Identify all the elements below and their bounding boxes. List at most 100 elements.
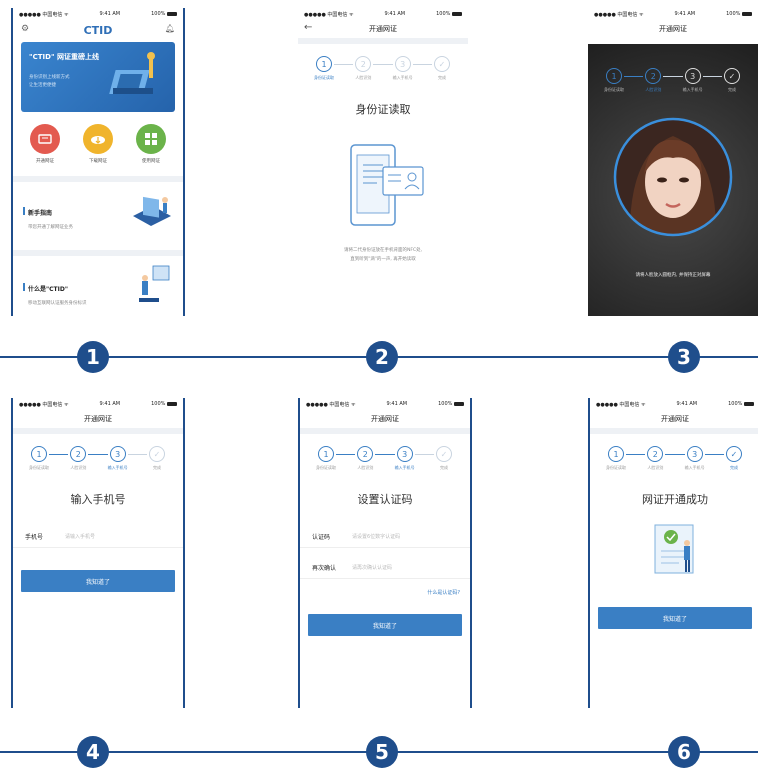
phone-field-row: 手机号 请输入手机号 [13,525,183,548]
nav-title: 开通网证 [84,415,112,423]
status-carrier: ●●●●● 中国电信 ᯤ [596,401,646,408]
page-heading: 输入手机号 [70,493,126,506]
step-label-3: 输入手机号 [684,465,705,470]
step-label-2: 人脸识别 [355,75,372,80]
step-number-1: 1 [77,341,109,373]
step-label-2: 人脸识别 [645,87,662,92]
status-battery: 100% [151,11,177,17]
confirm-button[interactable]: 我知道了 [598,607,752,629]
nav-bar: 开通网证 [590,410,758,428]
page-heading: 身份证读取 [355,103,411,116]
status-bar: ●●●●● 中国电信 ᯤ 9:41 AM 100% [13,8,183,20]
step-1: 1 [31,446,47,462]
ctid-intro-title: 什么是"CTID" [28,286,68,293]
auth-code-label: 认证码 [312,533,331,541]
step-label-1: 身份证读取 [606,465,626,470]
status-time: 9:41 AM [99,11,121,17]
status-time: 9:41 AM [384,11,406,17]
step-label-4: 完成 [439,465,448,470]
stepper: 1 2 3 ✓ [300,446,470,462]
nav-bar: ← 开通网证 [298,20,468,38]
step-4: ✓ [723,68,740,84]
step-label-1: 身份证读取 [29,465,49,470]
quick-action-open-label: 开通网证 [36,159,54,164]
status-time: 9:41 AM [676,401,698,407]
quick-action-open[interactable]: 开通网证 [27,124,63,164]
nav-title: 开通网证 [369,25,397,33]
status-battery: 100% [436,11,462,17]
step-label-3: 输入手机号 [682,87,703,92]
quick-action-download[interactable]: 下载网证 [80,124,116,164]
quick-action-use[interactable]: 使用网证 [133,124,169,164]
step-1: 1 [316,56,332,72]
step-2: 2 [645,68,662,84]
step-1: 1 [606,68,622,84]
screen-4-phone-number: ●●●●● 中国电信 ᯤ 9:41 AM 100% 开通网证 1 2 3 ✓ 身… [11,398,185,708]
status-time: 9:41 AM [386,401,408,407]
step-labels: 身份证读取 人脸识别 输入手机号 完成 [13,465,183,471]
page-heading: 设置认证码 [357,493,413,506]
guide-card-title: 新手指南 [28,210,53,217]
screen-2-id-reading: ●●●●● 中国电信 ᯤ 9:41 AM 100% ← 开通网证 1 2 3 ✓… [298,8,468,316]
auth-code-input[interactable]: 请设置6位数字认证码 [352,533,400,540]
status-time: 9:41 AM [674,11,696,17]
status-bar: ●●●●● 中国电信 ᯤ 9:41 AM 100% [13,398,183,410]
guide-card[interactable]: 新手指南 带您开通了解网证业务 [13,182,183,250]
stepper: 1 2 3 ✓ [13,446,183,462]
brand-title: CTID [83,23,113,37]
nav-bar: 开通网证 [13,410,183,428]
step-labels: 身份证读取 人脸识别 输入手机号 完成 [298,75,468,81]
face-hint: 请将人脸放入圆框内, 并保持正对屏幕 [635,273,711,278]
success-illustration [654,524,694,574]
back-arrow-icon[interactable]: ← [304,22,312,33]
step-label-2: 人脸识别 [357,465,374,470]
step-4: ✓ [433,56,450,72]
auth-code-confirm-input[interactable]: 请再次确认认证码 [352,564,392,571]
auth-code-confirm-label: 再次确认 [312,564,337,572]
guide-illustration [133,196,171,226]
cloud-download-icon [83,124,113,154]
status-carrier: ●●●●● 中国电信 ᯤ [19,11,69,18]
step-labels: 身份证读取 人脸识别 输入手机号 完成 [300,465,470,471]
ctid-intro-card[interactable]: 什么是"CTID" 移动互联网认证服务身份标识 [13,256,183,316]
nav-title: 开通网证 [371,415,399,423]
promo-banner[interactable]: "CTID" 网证重磅上线 身份识别上线新方式 让生活更便捷 [21,42,175,112]
step-4: ✓ [725,446,742,462]
step-2: 2 [647,446,664,462]
stepper: 1 2 3 ✓ [590,446,758,462]
what-is-auth-code-link[interactable]: 什么是认证码? [300,579,470,596]
status-battery: 100% [151,401,177,407]
page-heading: 网证开通成功 [642,493,708,506]
confirm-button[interactable]: 我知道了 [308,614,462,636]
stepper: 1 2 3 ✓ [588,68,758,84]
nav-bar: 开通网证 [588,20,758,38]
status-carrier: ●●●●● 中国电信 ᯤ [594,11,644,18]
screen-1-home: ●●●●● 中国电信 ᯤ 9:41 AM 100% ⚙ CTID 🔔︎ "CTI… [11,8,185,316]
confirm-button[interactable]: 我知道了 [21,570,175,592]
bell-icon[interactable]: 🔔︎ [165,24,175,33]
status-bar: ●●●●● 中国电信 ᯤ 9:41 AM 100% [300,398,470,410]
step-2: 2 [70,446,87,462]
step-4: ✓ [435,446,452,462]
step-number-5: 5 [366,736,398,768]
step-3: 3 [109,446,126,462]
step-number-4: 4 [77,736,109,768]
banner-title: "CTID" 网证重磅上线 [29,53,100,61]
phone-number-input[interactable]: 请输入手机号 [65,533,95,540]
banner-subtitle-2: 让生活更便捷 [29,83,56,88]
step-label-3: 输入手机号 [107,465,128,470]
status-time: 9:41 AM [99,401,121,407]
status-battery: 100% [728,401,754,407]
auth-code-row: 认证码 请设置6位数字认证码 [300,525,470,548]
step-label-2: 人脸识别 [70,465,87,470]
phone-field-label: 手机号 [25,533,44,541]
step-labels: 身份证读取 人脸识别 输入手机号 完成 [588,87,758,93]
stepper: 1 2 3 ✓ [298,56,468,72]
settings-icon[interactable]: ⚙ [21,24,29,34]
step-2: 2 [357,446,374,462]
step-label-4: 完成 [729,465,738,470]
banner-subtitle-1: 身份识别上线新方式 [29,75,70,80]
status-bar: ●●●●● 中国电信 ᯤ 9:41 AM 100% [298,8,468,20]
step-label-1: 身份证读取 [316,465,336,470]
step-label-4: 完成 [152,465,161,470]
